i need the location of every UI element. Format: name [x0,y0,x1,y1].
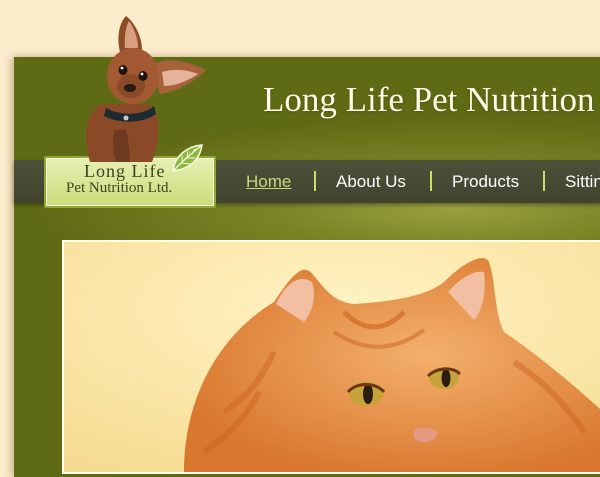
dog-photo [86,16,206,162]
nav-separator [543,171,545,191]
nav-sitting-link[interactable]: Sitting [565,172,600,192]
logo-text-line2: Pet Nutrition Ltd. [66,180,173,196]
nav-about-us-link[interactable]: About Us [336,172,406,192]
logo-text-line1: Long Life [84,161,166,181]
nav-separator [430,171,432,191]
hero-photo-frame [62,240,600,474]
site-title: Long Life Pet Nutrition [263,80,595,119]
orange-cat-photo [64,242,600,472]
nav-home-link[interactable]: Home [246,172,291,192]
nav-products-link[interactable]: Products [452,172,519,192]
nav-separator [314,171,316,191]
